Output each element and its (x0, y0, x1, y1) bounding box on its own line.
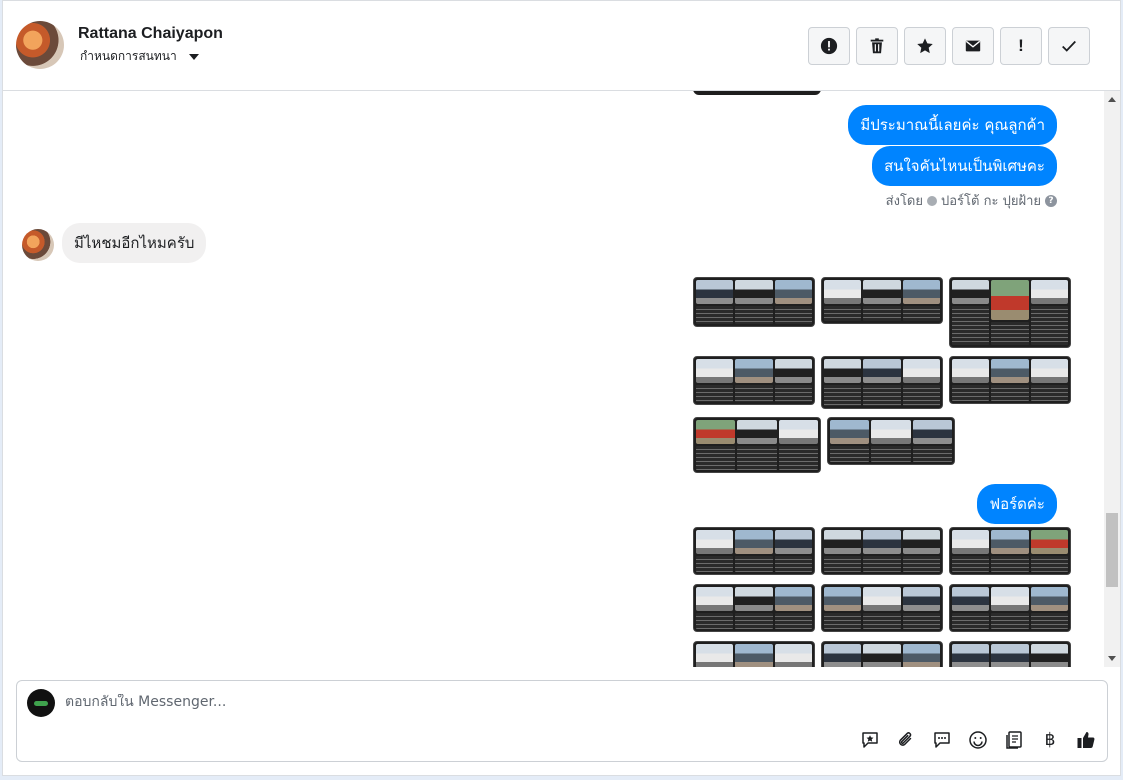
outgoing-message[interactable]: ฟอร์ดค่ะ (977, 484, 1057, 524)
car-image-attachment[interactable] (821, 277, 943, 324)
car-image-attachment[interactable] (949, 527, 1071, 575)
message-composer: ฿ (16, 680, 1108, 762)
car-image-attachment[interactable] (949, 356, 1071, 404)
mark-spam-button[interactable] (808, 27, 850, 65)
car-image-attachment[interactable] (693, 277, 815, 327)
thread-scrollbar[interactable] (1104, 91, 1120, 667)
conversation-toolbar: ! (808, 27, 1090, 65)
car-image-attachment[interactable] (821, 641, 943, 667)
notes-icon (1006, 731, 1022, 749)
mark-unread-button[interactable] (952, 27, 994, 65)
attach-file-button[interactable] (895, 729, 917, 751)
scrollbar-thumb[interactable] (1106, 513, 1118, 587)
scroll-down-arrow-icon[interactable] (1108, 656, 1116, 661)
star-icon (917, 38, 933, 54)
star-button[interactable] (904, 27, 946, 65)
car-image-attachment[interactable] (693, 356, 815, 405)
like-button[interactable] (1075, 729, 1097, 751)
verified-dot-icon (927, 195, 937, 206)
outgoing-message[interactable]: มีประมาณนี้เลยค่ะ คุณลูกค้า (848, 105, 1057, 145)
sent-by-prefix: ส่งโดย (885, 194, 923, 209)
sent-by-info: ส่งโดย ปอร์โต้ กะ ปุยฝ้าย ? (886, 190, 1057, 211)
saved-reply-icon (862, 732, 878, 748)
page-avatar (27, 689, 55, 717)
car-image-attachment[interactable] (949, 277, 1071, 348)
composer-toolbar: ฿ (859, 729, 1097, 751)
alert-circle-icon (820, 37, 838, 55)
quick-replies-button[interactable] (931, 729, 953, 751)
caret-down-icon (188, 53, 199, 60)
contact-avatar[interactable] (16, 21, 64, 69)
emoji-icon (969, 731, 987, 749)
contact-name[interactable]: Rattana Chaiyapon (78, 25, 223, 43)
sent-by-name: ปอร์โต้ กะ ปุยฝ้าย (941, 194, 1041, 209)
trash-icon (870, 38, 884, 54)
scroll-up-arrow-icon[interactable] (1108, 97, 1116, 102)
thumbs-up-icon (1077, 732, 1095, 748)
assign-conversation-dropdown[interactable]: กำหนดการสนทนา (80, 47, 199, 66)
envelope-icon (965, 40, 981, 52)
saved-reply-button[interactable] (859, 729, 881, 751)
car-image-attachment[interactable] (821, 527, 943, 575)
follow-up-button[interactable]: ! (1000, 27, 1042, 65)
car-image-attachment[interactable] (693, 584, 815, 632)
outgoing-message[interactable]: สนใจคันไหนเป็นพิเศษคะ (872, 146, 1057, 186)
car-image-attachment[interactable] (821, 584, 943, 632)
car-image-attachment[interactable] (949, 641, 1071, 667)
image-attachment-partial[interactable] (693, 91, 821, 95)
delete-button[interactable] (856, 27, 898, 65)
conversation-panel: Rattana Chaiyapon กำหนดการสนทนา ! มีประม… (2, 0, 1121, 776)
conversation-header: Rattana Chaiyapon กำหนดการสนทนา ! (3, 1, 1120, 91)
mark-done-button[interactable] (1048, 27, 1090, 65)
car-image-attachment[interactable] (693, 527, 815, 575)
car-image-attachment[interactable] (693, 417, 821, 473)
car-image-attachment[interactable] (693, 641, 815, 667)
message-thread[interactable]: มีประมาณนี้เลยค่ะ คุณลูกค้า สนใจคันไหนเป… (3, 91, 1103, 667)
baht-icon: ฿ (1044, 730, 1056, 750)
checkmark-icon (1062, 40, 1076, 52)
help-icon[interactable]: ? (1045, 194, 1057, 207)
attachment-icon (898, 732, 912, 746)
reply-input[interactable] (65, 694, 765, 710)
car-image-attachment[interactable] (821, 356, 943, 409)
incoming-message[interactable]: มีไหชมอีกไหมครับ (62, 223, 207, 263)
car-image-attachment[interactable] (949, 584, 1071, 632)
emoji-button[interactable] (967, 729, 989, 751)
chat-bubble-icon (934, 732, 950, 748)
exclamation-icon: ! (1018, 36, 1024, 55)
car-image-attachment[interactable] (827, 417, 955, 465)
payment-button[interactable]: ฿ (1039, 729, 1061, 751)
contact-avatar-small (22, 229, 54, 261)
assign-conversation-label: กำหนดการสนทนา (80, 49, 177, 63)
notes-button[interactable] (1003, 729, 1025, 751)
